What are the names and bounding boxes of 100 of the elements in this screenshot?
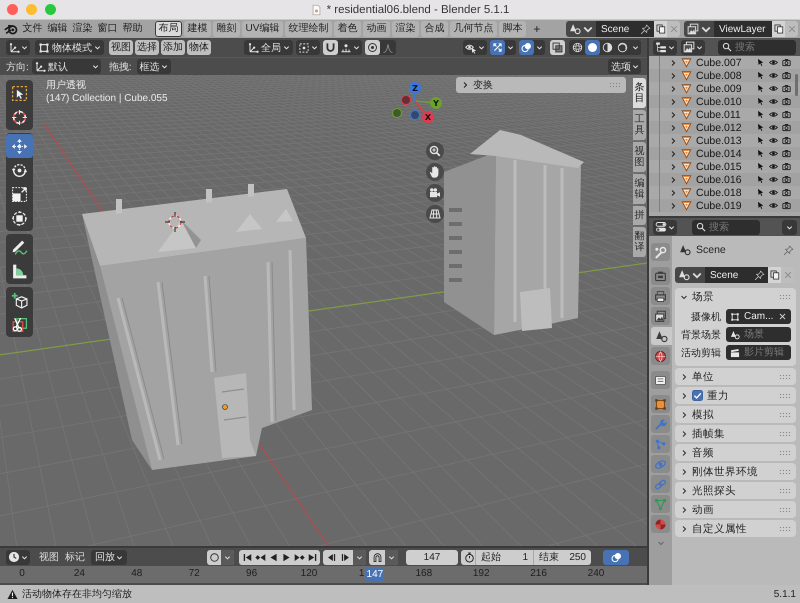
- proportional-toggle[interactable]: [365, 40, 380, 55]
- search-field[interactable]: 搜索: [718, 40, 796, 54]
- sidebar-tab[interactable]: 编辑: [633, 174, 646, 204]
- eye-icon[interactable]: [769, 149, 778, 158]
- outliner-row[interactable]: Cube.010: [649, 95, 800, 108]
- drag-dropdown[interactable]: 框选: [136, 59, 171, 74]
- menu-item[interactable]: 添加: [161, 40, 185, 55]
- editor-type-button[interactable]: [653, 40, 677, 54]
- scene-browse-button[interactable]: [566, 21, 596, 37]
- eye-icon[interactable]: [769, 110, 778, 119]
- eye-icon[interactable]: [769, 58, 778, 67]
- properties-tab[interactable]: [651, 327, 672, 345]
- properties-tab[interactable]: [651, 307, 670, 325]
- eye-icon[interactable]: [769, 71, 778, 80]
- menu-item[interactable]: 渲染: [70, 21, 95, 37]
- panel-header[interactable]: 插帧集: [675, 425, 796, 442]
- arch-menu-button[interactable]: [385, 550, 398, 564]
- sidebar-tab[interactable]: 视图: [633, 142, 646, 172]
- arch-icon[interactable]: [372, 552, 382, 562]
- outliner-row[interactable]: Cube.014: [649, 147, 800, 160]
- step-forward-icon[interactable]: [340, 552, 350, 562]
- step-back-icon[interactable]: [326, 552, 336, 562]
- eye-icon[interactable]: [769, 175, 778, 184]
- start-frame-field[interactable]: 起始 1: [475, 550, 533, 564]
- scene-name-field[interactable]: Scene: [596, 21, 654, 37]
- panel-header[interactable]: 变换: [456, 77, 626, 93]
- scene-name-field[interactable]: Scene: [705, 267, 768, 283]
- workspace-tab[interactable]: 合成: [420, 21, 448, 37]
- next-keyframe-icon[interactable]: [294, 552, 304, 562]
- workspace-tab[interactable]: 渲染: [392, 21, 419, 37]
- end-frame-field[interactable]: 结束 250: [533, 550, 591, 564]
- menu-item[interactable]: 窗口: [95, 21, 120, 37]
- outliner-row[interactable]: Cube.008: [649, 69, 800, 82]
- eye-icon[interactable]: [769, 84, 778, 93]
- orientation-dropdown[interactable]: 默认: [32, 59, 101, 74]
- camera-icon[interactable]: [782, 188, 791, 197]
- workspace-tab[interactable]: 着色: [334, 21, 361, 37]
- jump-to-end-icon[interactable]: [306, 552, 318, 562]
- visibility-dropdown[interactable]: [463, 40, 487, 55]
- app-logo-icon[interactable]: [4, 22, 18, 36]
- eye-icon[interactable]: [769, 136, 778, 145]
- grid-icon[interactable]: [426, 205, 444, 223]
- jump-to-start-icon[interactable]: [242, 552, 252, 562]
- eye-icon[interactable]: [769, 97, 778, 106]
- workspace-tab[interactable]: 几何节点: [450, 21, 497, 37]
- eye-icon[interactable]: [769, 123, 778, 132]
- movie-clip-field[interactable]: 影片剪辑: [726, 345, 791, 360]
- outliner-row[interactable]: Cube.012: [649, 121, 800, 134]
- workspace-tab[interactable]: 建模: [184, 21, 211, 37]
- view-layer-name-field[interactable]: ViewLayer: [714, 21, 772, 37]
- camera-field[interactable]: Cam...: [726, 309, 791, 324]
- zoom-icon[interactable]: [426, 142, 444, 160]
- sidebar-tab[interactable]: 拼: [633, 206, 646, 225]
- camera-icon[interactable]: [782, 162, 791, 171]
- play-icon[interactable]: [280, 552, 292, 562]
- camera-icon[interactable]: [782, 110, 791, 119]
- overlay-button[interactable]: [603, 550, 629, 564]
- eye-icon[interactable]: [769, 188, 778, 197]
- panel-header[interactable]: 重力: [675, 387, 796, 404]
- axis-handle[interactable]: [409, 82, 421, 94]
- orientation-dropdown[interactable]: 全局: [244, 40, 293, 55]
- pin-icon[interactable]: [783, 244, 794, 256]
- previous-keyframe-icon[interactable]: [254, 552, 266, 562]
- background-scene-field[interactable]: 场景: [726, 327, 791, 342]
- shading-button[interactable]: [585, 40, 600, 55]
- outliner-row[interactable]: Cube.019: [649, 199, 800, 212]
- workspace-tab[interactable]: 布局: [155, 21, 182, 37]
- eye-icon[interactable]: [769, 201, 778, 210]
- camera-icon[interactable]: [782, 71, 791, 80]
- clear-button[interactable]: [778, 312, 788, 322]
- panel-header[interactable]: 场景: [675, 288, 796, 305]
- hand-icon[interactable]: [426, 163, 444, 181]
- building[interactable]: [444, 130, 584, 335]
- camera-icon[interactable]: [782, 175, 791, 184]
- panel-header[interactable]: 自定义属性: [675, 520, 796, 537]
- menu-item[interactable]: 帮助: [120, 21, 145, 37]
- camera-icon[interactable]: [782, 123, 791, 132]
- sidebar-tab[interactable]: 条目: [633, 78, 646, 108]
- current-frame-marker[interactable]: 147: [365, 567, 384, 582]
- outliner-row[interactable]: Cube.016: [649, 173, 800, 186]
- eye-icon[interactable]: [769, 162, 778, 171]
- properties-tab[interactable]: [651, 287, 670, 305]
- panel-header[interactable]: 单位: [675, 368, 796, 385]
- pivot-dropdown[interactable]: [296, 40, 320, 55]
- editor-type-button[interactable]: [6, 550, 30, 564]
- scene-browse-button[interactable]: [675, 267, 705, 283]
- panel-header[interactable]: 音频: [675, 444, 796, 461]
- scrollbar-thumb[interactable]: [795, 74, 798, 96]
- editor-type-button[interactable]: [653, 220, 677, 234]
- overlay-toggle[interactable]: [519, 40, 534, 55]
- view-layer-browse-button[interactable]: [684, 21, 714, 37]
- xray-toggle[interactable]: [550, 40, 565, 55]
- workspace-tab[interactable]: 动画: [362, 21, 390, 37]
- checkbox[interactable]: [692, 390, 703, 401]
- menu-item[interactable]: 编辑: [45, 21, 70, 37]
- mode-dropdown[interactable]: 物体模式: [35, 40, 104, 55]
- menu-item[interactable]: 标记: [65, 550, 85, 564]
- camera-icon[interactable]: [782, 97, 791, 106]
- shading-button[interactable]: [615, 40, 630, 55]
- menu-item[interactable]: 文件: [20, 21, 45, 37]
